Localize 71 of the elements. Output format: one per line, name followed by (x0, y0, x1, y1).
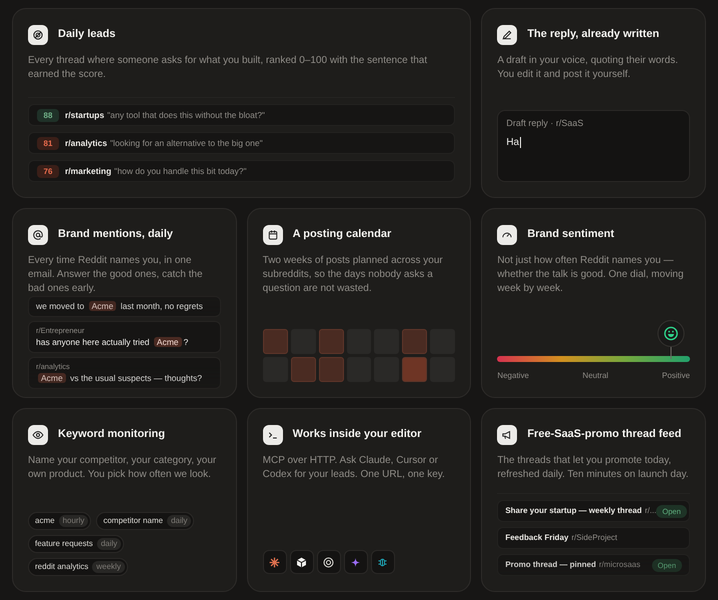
thread-row[interactable]: Feedback Friday r/SideProject (497, 527, 690, 549)
frequency-tag: hourly (58, 515, 88, 527)
frequency-tag: daily (166, 515, 192, 527)
subreddit-label: r/... (644, 505, 656, 517)
eye-icon (28, 425, 48, 445)
keyword-chip[interactable]: reddit analytics weekly (28, 558, 128, 576)
keyword-chip[interactable]: competitor name daily (96, 512, 194, 530)
calendar-icon (262, 225, 283, 245)
subreddit-label: r/analytics (65, 136, 108, 150)
card-title: Works inside your editor (292, 427, 422, 442)
lead-quote: "how do you handle this bit today?" (114, 164, 247, 178)
scale-label: Positive (662, 370, 690, 382)
score-badge: 88 (37, 108, 59, 122)
card-description: Two weeks of posts planned across your subreddits, so the days nobody asks a question are not wasted. (262, 254, 444, 296)
frequency-tag: weekly (92, 561, 125, 573)
draft-reply-field[interactable]: Draft reply · r/SaaS Ha (497, 110, 690, 182)
slider-thumb[interactable] (657, 320, 684, 347)
subreddit-label: r/microsaas (599, 559, 640, 571)
subreddit-label: r/startups (65, 108, 104, 122)
gauge-icon (497, 225, 518, 245)
frequency-tag: daily (96, 538, 122, 550)
starburst-icon[interactable] (262, 550, 287, 574)
mention-card[interactable]: we moved to Acme last month, no regrets (28, 296, 221, 317)
subreddit-label: r/marketing (65, 164, 112, 178)
keyword-name: reddit analytics (35, 561, 88, 573)
keyword-name: feature requests (35, 538, 93, 550)
text-cursor (520, 136, 522, 148)
thumb-stem (670, 347, 672, 359)
card-description: A draft in your voice, quoting their words. You edit it and post it yourself. (497, 54, 679, 82)
lead-row[interactable]: 88 r/startups "any tool that does this without the bloat?" (28, 104, 456, 126)
thread-title: Feedback Friday (505, 532, 568, 544)
thread-title: Share your startup — weekly thread (505, 505, 642, 517)
score-badge: 76 (37, 164, 59, 178)
keyword-chip[interactable]: acme hourly (28, 512, 92, 530)
card-description: MCP over HTTP. Ask Claude, Cursor or Codex for your leads. One URL, one key. (262, 454, 446, 482)
lead-quote: "any tool that does this without the bloat?" (107, 108, 265, 122)
subreddit-label: r/SideProject (571, 532, 618, 544)
scale-label: Neutral (582, 370, 608, 382)
card-title: Free-SaaS-promo thread feed (527, 427, 682, 442)
field-label: Draft reply · r/SaaS (506, 117, 584, 130)
card-title: A posting calendar (292, 227, 392, 242)
field-value: Ha (506, 136, 522, 150)
megaphone-icon (497, 425, 518, 445)
card-description: Name your competitor, your category, your own product. You pick how often we look. (28, 454, 218, 482)
brand-highlight: Acme (88, 301, 116, 311)
brand-highlight: Acme (154, 337, 182, 347)
card-description: Not just how often Reddit names you — whether the talk is good. One dial, moving week by week. (497, 254, 685, 296)
keyword-name: competitor name (103, 515, 163, 527)
lead-row[interactable]: 81 r/analytics "looking for an alternative to the big one" (28, 132, 456, 154)
card-title: Daily leads (58, 27, 116, 42)
thread-title: Promo thread — pinned (505, 559, 596, 571)
lead-quote: "looking for an alternative to the big one" (110, 136, 263, 150)
card-description: Every thread where someone asks for what you built, ranked 0–100 with the sentence that earned the score. (28, 54, 428, 82)
cube-icon[interactable] (290, 550, 314, 574)
card-title: Brand mentions, daily (58, 227, 173, 242)
sparkle-icon[interactable] (344, 550, 368, 574)
card-title: Brand sentiment (527, 227, 614, 242)
card-title: Keyword monitoring (58, 427, 165, 442)
score-badge: 81 (37, 136, 59, 150)
at-sign-icon (28, 225, 48, 245)
scale-label: Negative (497, 370, 529, 382)
keyword-chip[interactable]: feature requests daily (28, 535, 124, 553)
brand-highlight: Acme (38, 373, 66, 383)
pencil-icon (497, 25, 518, 45)
keyword-name: acme (35, 515, 55, 527)
card-description: Every time Reddit names you, in one email. Answer the good ones, catch the bad ones early. (28, 254, 204, 296)
lead-row[interactable]: 76 r/marketing "how do you handle this bit today?" (28, 160, 456, 182)
terminal-icon (262, 425, 283, 445)
card-description: The threads that let you promote today, refreshed daily. Ten minutes on launch day. (497, 454, 690, 482)
card-title: The reply, already written (527, 27, 660, 42)
mention-text: has anyone here actually tried Acme ? (36, 336, 190, 349)
